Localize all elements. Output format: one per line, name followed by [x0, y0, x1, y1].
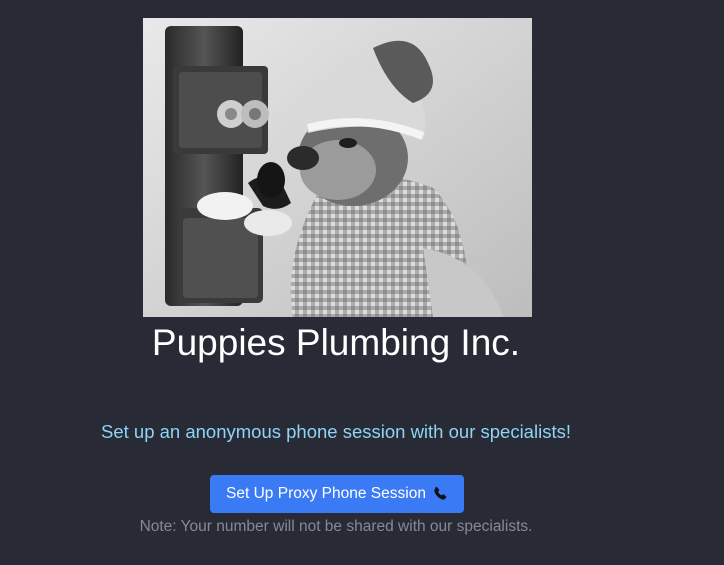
page-title: Puppies Plumbing Inc.	[151, 322, 521, 363]
hero-photo	[143, 18, 532, 317]
setup-proxy-phone-session-button[interactable]: Set Up Proxy Phone Session	[210, 475, 464, 513]
page: Puppies Plumbing Inc. Set up an anonymou…	[0, 0, 724, 565]
privacy-note: Note: Your number will not be shared wit…	[139, 518, 533, 535]
tagline: Set up an anonymous phone session with o…	[101, 421, 571, 442]
phone-icon	[434, 486, 447, 500]
button-label: Set Up Proxy Phone Session	[226, 485, 426, 502]
